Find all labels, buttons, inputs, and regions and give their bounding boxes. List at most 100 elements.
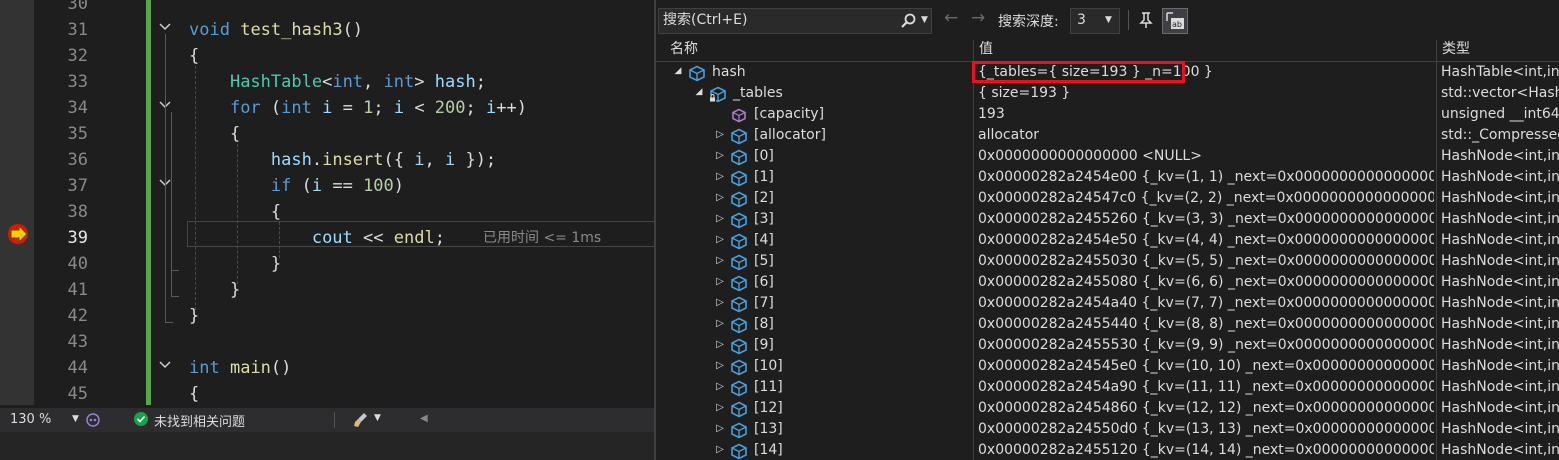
object-icon bbox=[730, 275, 748, 292]
code-line[interactable]: void test_hash3() bbox=[189, 17, 363, 43]
collapsed-arrow-icon[interactable]: ▷ bbox=[714, 360, 726, 374]
watch-row-value[interactable]: 0x00000282a2454860 {_kv=(12, 12) _next=0… bbox=[978, 400, 1434, 416]
watch-row-value[interactable]: 193 bbox=[978, 106, 1434, 122]
code-line[interactable]: int main() bbox=[189, 355, 291, 381]
code-line[interactable]: { bbox=[189, 43, 199, 69]
watch-row[interactable]: ▷ [6] 0x00000282a2455080 {_kv=(6, 6) _next… bbox=[656, 273, 1559, 294]
watch-row-value[interactable]: 0x00000282a2455030 {_kv=(5, 5) _next=0x0… bbox=[978, 253, 1434, 269]
expanded-arrow-icon[interactable]: ◢ bbox=[693, 87, 705, 101]
perf-tip[interactable]: 已用时间 <= 1ms bbox=[483, 227, 601, 247]
collapsed-arrow-icon[interactable]: ▷ bbox=[714, 423, 726, 437]
watch-row[interactable]: ▷ [5] 0x00000282a2455030 {_kv=(5, 5) _next… bbox=[656, 252, 1559, 273]
search-icon[interactable] bbox=[899, 12, 917, 30]
chevron-down-icon[interactable]: ▼ bbox=[374, 413, 381, 423]
expanded-arrow-icon[interactable]: ◢ bbox=[672, 66, 684, 80]
glyph-margin[interactable] bbox=[0, 0, 34, 405]
watch-row-value[interactable]: 0x00000282a2455120 {_kv=(14, 14) _next=0… bbox=[978, 442, 1434, 458]
watch-row[interactable]: ▷ [12] 0x00000282a2454860 {_kv=(12, 12) _n… bbox=[656, 399, 1559, 420]
line-number: 37 bbox=[67, 176, 88, 196]
copilot-icon[interactable] bbox=[84, 411, 102, 429]
watch-row-value[interactable]: { size=193 } bbox=[978, 85, 1434, 101]
code-line[interactable]: HashTable<int, int> hash; bbox=[189, 69, 486, 95]
search-depth-dropdown[interactable]: 3 ▼ bbox=[1070, 8, 1120, 34]
code-line[interactable]: for (int i = 1; i < 200; i++) bbox=[189, 95, 527, 121]
code-line[interactable]: { bbox=[189, 199, 281, 225]
watch-row[interactable]: ▷ [14] 0x00000282a2455120 {_kv=(14, 14) _n… bbox=[656, 441, 1559, 460]
watch-row[interactable]: ▷ [8] 0x00000282a2455440 {_kv=(8, 8) _next… bbox=[656, 315, 1559, 336]
code-line[interactable]: } bbox=[189, 277, 240, 303]
collapsed-arrow-icon[interactable]: ▷ bbox=[714, 297, 726, 311]
code-cleanup-brush-icon[interactable] bbox=[352, 411, 370, 429]
divider bbox=[1128, 10, 1129, 30]
watch-row[interactable]: ▷ [3] 0x00000282a2455260 {_kv=(3, 3) _next… bbox=[656, 210, 1559, 231]
search-box[interactable]: ▼ bbox=[658, 8, 932, 34]
column-header-name[interactable]: 名称 bbox=[666, 40, 698, 61]
pin-icon[interactable] bbox=[1136, 10, 1156, 30]
watch-row[interactable]: ▷ [10] 0x00000282a24545e0 {_kv=(10, 10) _n… bbox=[656, 357, 1559, 378]
watch-row[interactable]: ▷ [4] 0x00000282a2454e50 {_kv=(4, 4) _next… bbox=[656, 231, 1559, 252]
watch-row-value[interactable]: allocator bbox=[978, 127, 1434, 143]
code-line[interactable]: } bbox=[189, 303, 199, 329]
watch-row-value[interactable]: 0x00000282a2454a40 {_kv=(7, 7) _next=0x0… bbox=[978, 295, 1434, 311]
collapsed-arrow-icon[interactable]: ▷ bbox=[714, 339, 726, 353]
hexadecimal-display-icon[interactable]: ab bbox=[1162, 8, 1188, 34]
code-line[interactable]: hash.insert({ i, i }); bbox=[189, 147, 496, 173]
watch-row[interactable]: ▷ [1] 0x00000282a2454e00 {_kv=(1, 1) _next… bbox=[656, 168, 1559, 189]
fold-collapse-icon[interactable] bbox=[157, 19, 173, 35]
column-header-value[interactable]: 值 bbox=[975, 40, 993, 61]
watch-row[interactable]: ▷ [7] 0x00000282a2454a40 {_kv=(7, 7) _next… bbox=[656, 294, 1559, 315]
issues-status[interactable]: 未找到相关问题 bbox=[154, 411, 245, 430]
collapsed-arrow-icon[interactable]: ▷ bbox=[714, 276, 726, 290]
zoom-dropdown[interactable]: 130 % ▼ bbox=[4, 410, 79, 430]
watch-row-value[interactable]: 0x00000282a2454e50 {_kv=(4, 4) _next=0x0… bbox=[978, 232, 1434, 248]
scroll-left-icon[interactable]: ◀ bbox=[420, 413, 428, 424]
watch-row-value[interactable]: 0x00000282a2455530 {_kv=(9, 9) _next=0x0… bbox=[978, 337, 1434, 353]
code-line[interactable]: if (i == 100) bbox=[189, 173, 404, 199]
object-icon bbox=[730, 254, 748, 271]
watch-row[interactable]: ▷ [allocator] allocator std::_Compressed_pa… bbox=[656, 126, 1559, 147]
watch-row-value[interactable]: 0x00000282a2455080 {_kv=(6, 6) _next=0x0… bbox=[978, 274, 1434, 290]
column-header-type[interactable]: 类型 bbox=[1438, 40, 1470, 61]
watch-row[interactable]: ▷ [11] 0x00000282a2454a90 {_kv=(11, 11) _n… bbox=[656, 378, 1559, 399]
watch-row[interactable]: ▷ [2] 0x00000282a24547c0 {_kv=(2, 2) _next… bbox=[656, 189, 1559, 210]
collapsed-arrow-icon[interactable]: ▷ bbox=[714, 150, 726, 164]
code-line[interactable]: } bbox=[189, 251, 281, 277]
watch-row-value[interactable]: 0x00000282a2455440 {_kv=(8, 8) _next=0x0… bbox=[978, 316, 1434, 332]
watch-row-value[interactable]: 0x00000282a2454e00 {_kv=(1, 1) _next=0x0… bbox=[978, 169, 1434, 185]
watch-row-value[interactable]: 0x00000282a24547c0 {_kv=(2, 2) _next=0x0… bbox=[978, 190, 1434, 206]
code-line[interactable]: { bbox=[189, 121, 240, 147]
watch-row[interactable]: ▷ [0] 0x0000000000000000 <NULL> HashNode<in… bbox=[656, 147, 1559, 168]
collapsed-arrow-icon[interactable]: ▷ bbox=[714, 255, 726, 269]
collapsed-arrow-icon[interactable]: ▷ bbox=[714, 402, 726, 416]
watch-row-value[interactable]: 0x00000282a2455260 {_kv=(3, 3) _next=0x0… bbox=[978, 211, 1434, 227]
watch-row-value[interactable]: 0x00000282a2454a90 {_kv=(11, 11) _next=0… bbox=[978, 379, 1434, 395]
watch-row-value[interactable]: 0x00000282a24550d0 {_kv=(13, 13) _next=0… bbox=[978, 421, 1434, 437]
watch-row[interactable]: ▷ [13] 0x00000282a24550d0 {_kv=(13, 13) _n… bbox=[656, 420, 1559, 441]
watch-row-type: HashNode<int,int>* bbox=[1441, 190, 1559, 206]
collapsed-arrow-icon[interactable]: ▷ bbox=[714, 234, 726, 248]
arrow-right-icon[interactable]: → bbox=[971, 8, 985, 28]
watch-row-value[interactable]: 0x00000282a24545e0 {_kv=(10, 10) _next=0… bbox=[978, 358, 1434, 374]
chevron-down-icon[interactable]: ▼ bbox=[921, 15, 928, 25]
code-editor[interactable]: 30 31 32 33 34 35 36 37 38 39 40 41 42 43 44 45 void te… bbox=[0, 0, 655, 460]
collapsed-arrow-icon[interactable]: ▷ bbox=[714, 318, 726, 332]
collapsed-arrow-icon[interactable]: ▷ bbox=[714, 171, 726, 185]
collapsed-arrow-icon[interactable]: ▷ bbox=[714, 129, 726, 143]
watch-row-value[interactable]: 0x0000000000000000 <NULL> bbox=[978, 148, 1434, 164]
code-line[interactable]: { bbox=[189, 381, 199, 407]
collapsed-arrow-icon[interactable]: ▷ bbox=[714, 381, 726, 395]
fold-collapse-icon[interactable] bbox=[157, 357, 173, 373]
watch-row-name: [6] bbox=[754, 274, 774, 290]
collapsed-arrow-icon[interactable]: ▷ bbox=[714, 444, 726, 458]
watch-row-type: HashNode<int,int>* bbox=[1441, 169, 1559, 185]
collapsed-arrow-icon[interactable]: ▷ bbox=[714, 213, 726, 227]
arrow-left-icon[interactable]: ← bbox=[944, 8, 958, 28]
watch-row[interactable]: ◢ _tables { size=193 } std::vector<HashNode… bbox=[656, 84, 1559, 105]
collapsed-arrow-icon[interactable]: ▷ bbox=[714, 192, 726, 206]
search-input[interactable] bbox=[663, 11, 883, 29]
code-line[interactable]: cout << endl; bbox=[189, 225, 445, 251]
watch-row[interactable]: [capacity] 193 unsigned __int64 bbox=[656, 105, 1559, 126]
line-number: 42 bbox=[67, 306, 88, 326]
watch-row[interactable]: ▷ [9] 0x00000282a2455530 {_kv=(9, 9) _next… bbox=[656, 336, 1559, 357]
